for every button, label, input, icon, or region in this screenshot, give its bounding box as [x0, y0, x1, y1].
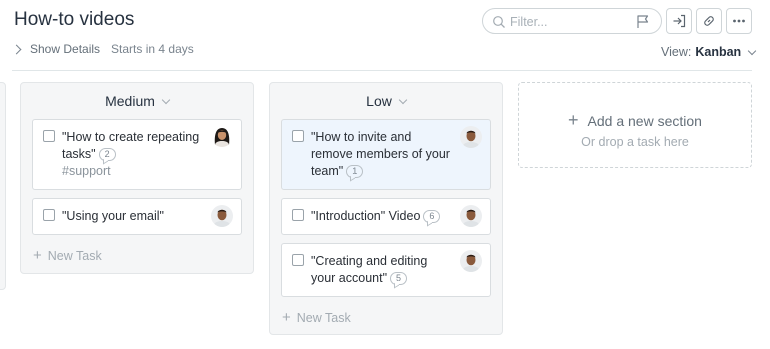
task-checkbox[interactable] — [43, 130, 55, 142]
avatar[interactable] — [460, 250, 482, 272]
task-card[interactable]: "How to create repeating tasks" 2 #suppor… — [32, 119, 242, 190]
new-task-button[interactable]: + New Task — [33, 243, 242, 269]
link-icon — [704, 16, 714, 26]
export-icon — [673, 14, 686, 28]
chevron-down-icon[interactable] — [398, 95, 408, 104]
copy-link-button[interactable] — [696, 8, 722, 34]
task-checkbox[interactable] — [43, 209, 55, 221]
board-column-low: Low "How to invite and remove members of… — [269, 82, 503, 335]
task-checkbox[interactable] — [292, 130, 304, 142]
comment-count-badge: 6 — [423, 210, 441, 223]
comment-count-badge: 1 — [346, 165, 364, 178]
plus-icon: + — [568, 110, 579, 130]
add-section-button[interactable]: + Add a new section — [519, 110, 751, 131]
flag-icon[interactable] — [636, 14, 650, 29]
task-card[interactable]: "Introduction" Video 6 — [281, 198, 491, 235]
view-label: View: — [661, 45, 692, 59]
avatar[interactable] — [460, 205, 482, 227]
chevron-down-icon[interactable] — [161, 95, 171, 104]
page-title: How-to videos — [14, 9, 135, 30]
add-section-dropzone[interactable]: + Add a new section Or drop a task here — [518, 82, 752, 168]
task-card[interactable]: "Creating and editing your account" 5 — [281, 243, 491, 297]
project-header: How-to videos Show Details Starts in 4 d… — [0, 0, 770, 71]
plus-icon: + — [282, 309, 291, 326]
chevron-down-icon — [747, 46, 757, 55]
add-section-title: Add a new section — [587, 112, 702, 129]
view-value: Kanban — [695, 45, 742, 59]
add-section-hint: Or drop a task here — [581, 135, 689, 149]
new-task-button[interactable]: + New Task — [282, 305, 491, 331]
task-checkbox[interactable] — [292, 209, 304, 221]
chevron-right-icon[interactable] — [11, 44, 22, 54]
task-title: "Introduction" Video — [311, 209, 421, 223]
column-title: Medium — [105, 93, 155, 109]
plus-icon: + — [33, 247, 42, 264]
task-checkbox[interactable] — [292, 254, 304, 266]
task-tag[interactable]: #support — [62, 163, 205, 180]
export-button[interactable] — [666, 8, 692, 34]
task-title: "How to create repeating tasks" — [62, 130, 200, 161]
board-column-medium: Medium "How to create repeating tasks" 2 … — [20, 82, 254, 274]
column-title: Low — [366, 93, 392, 109]
avatar[interactable] — [211, 205, 233, 227]
previous-column-edge — [0, 82, 6, 290]
view-switcher[interactable]: View: Kanban — [661, 45, 757, 59]
task-card[interactable]: "How to invite and remove members of you… — [281, 119, 491, 190]
avatar[interactable] — [211, 125, 233, 147]
filter-input[interactable] — [510, 13, 620, 30]
start-date-text: Starts in 4 days — [111, 42, 194, 56]
comment-count-badge: 5 — [390, 272, 408, 285]
more-options-button[interactable] — [726, 8, 752, 34]
task-title: "Creating and editing your account" — [311, 254, 428, 285]
filter-field[interactable] — [482, 8, 662, 34]
column-header[interactable]: Medium — [21, 83, 253, 119]
new-task-label: New Task — [47, 249, 102, 263]
column-header[interactable]: Low — [270, 83, 502, 119]
search-icon — [493, 16, 505, 28]
comment-count-badge: 2 — [98, 148, 116, 161]
header-divider — [12, 70, 752, 71]
task-title: "Using your email" — [62, 209, 164, 223]
show-details-link[interactable]: Show Details — [30, 42, 100, 56]
more-icon — [733, 19, 745, 23]
task-title: "How to invite and remove members of you… — [311, 130, 450, 178]
task-card[interactable]: "Using your email" — [32, 198, 242, 235]
project-subline: Show Details Starts in 4 days — [11, 42, 194, 56]
new-task-label: New Task — [296, 311, 351, 325]
avatar[interactable] — [460, 126, 482, 148]
